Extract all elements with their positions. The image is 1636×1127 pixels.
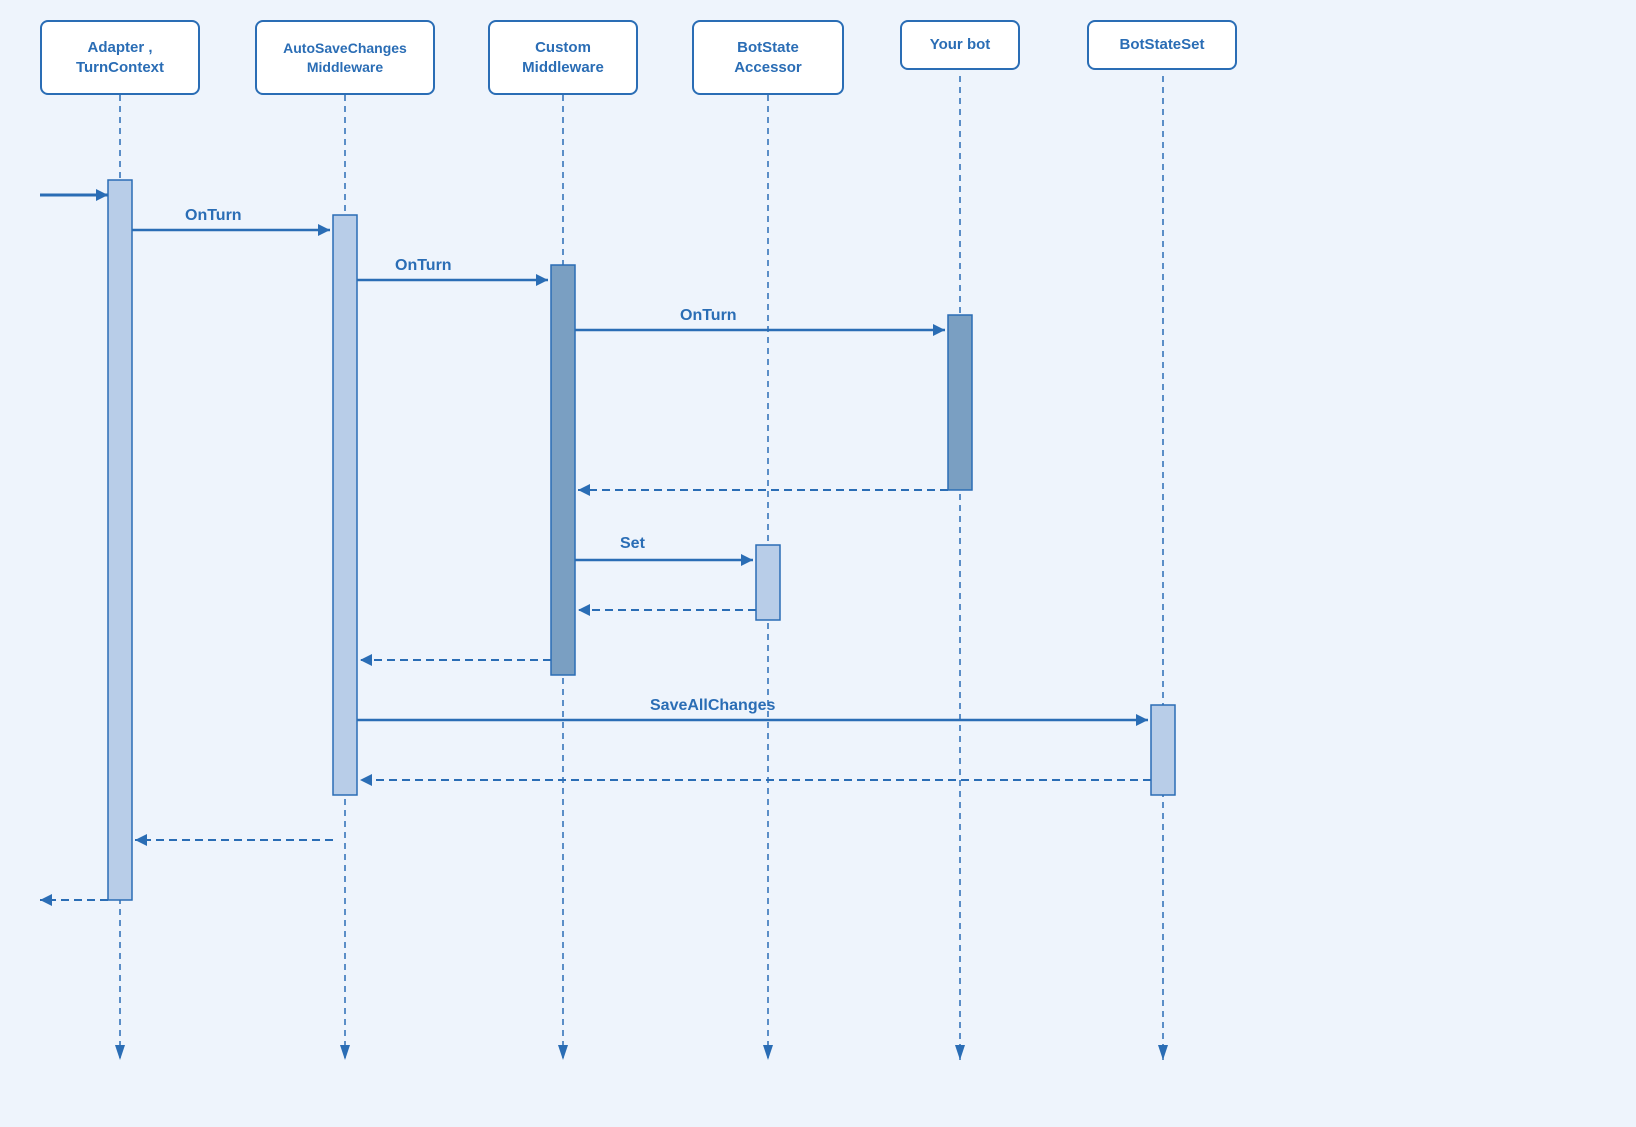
actor-yourbot: Your bot (900, 20, 1020, 70)
activation-custom (551, 265, 575, 675)
actor-adapter: Adapter , TurnContext (40, 20, 200, 95)
actor-autosave: AutoSaveChanges Middleware (255, 20, 435, 95)
diagram-container: OnTurn OnTurn OnTurn Set SaveAllChanges (0, 0, 1636, 1127)
sequence-diagram-svg: OnTurn OnTurn OnTurn Set SaveAllChanges (0, 0, 1636, 1127)
msg-saveall-label: SaveAllChanges (650, 697, 775, 714)
msg-onturn3-label: OnTurn (680, 307, 737, 324)
actor-botstate: BotState Accessor (692, 20, 844, 95)
actor-custom: Custom Middleware (488, 20, 638, 95)
activation-botstateset (1151, 705, 1175, 795)
background (0, 0, 1636, 1127)
actor-botstateset: BotStateSet (1087, 20, 1237, 70)
activation-botstate-set (756, 545, 780, 620)
activation-yourbot (948, 315, 972, 490)
msg-onturn1-label: OnTurn (185, 207, 242, 224)
activation-adapter (108, 180, 132, 900)
msg-onturn2-label: OnTurn (395, 257, 452, 274)
activation-autosave (333, 215, 357, 795)
msg-set-label: Set (620, 535, 646, 552)
